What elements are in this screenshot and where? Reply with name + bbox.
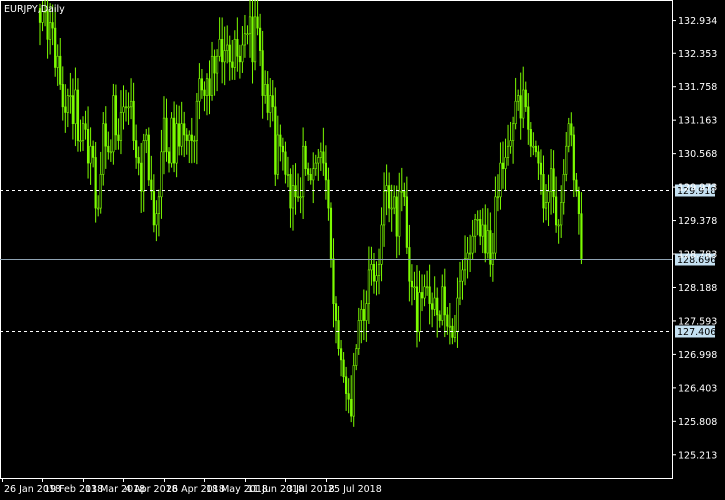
price-tick-label: 131.758 — [678, 82, 717, 93]
price-tick-label: 132.934 — [678, 16, 717, 27]
price-tick-label: 125.213 — [678, 450, 717, 461]
price-tick-label: 125.808 — [678, 417, 717, 428]
chart-background — [0, 0, 725, 500]
price-tick-label: 131.163 — [678, 116, 717, 127]
price-tick-label: 128.783 — [678, 250, 717, 261]
candle — [329, 202, 333, 268]
price-tick-label: 127.593 — [678, 316, 717, 327]
price-tick-label: 130.568 — [678, 149, 717, 160]
price-tick-label: 132.353 — [678, 49, 717, 60]
price-tick-label: 126.998 — [678, 350, 717, 361]
chart-canvas: 129.918127.406128.696 132.934132.353131.… — [0, 0, 725, 500]
price-tick-label: 126.403 — [678, 383, 717, 394]
time-tick-label: 25 Jul 2018 — [328, 484, 382, 495]
price-tick-label: 128.188 — [678, 283, 717, 294]
price-tick-label: 129.378 — [678, 216, 717, 227]
candle — [170, 112, 173, 168]
candle — [147, 127, 150, 186]
chart-title: EURJPY,Daily — [4, 4, 65, 15]
level-tag-label: 127.406 — [677, 327, 716, 338]
price-tick-label: 129.973 — [678, 183, 717, 194]
